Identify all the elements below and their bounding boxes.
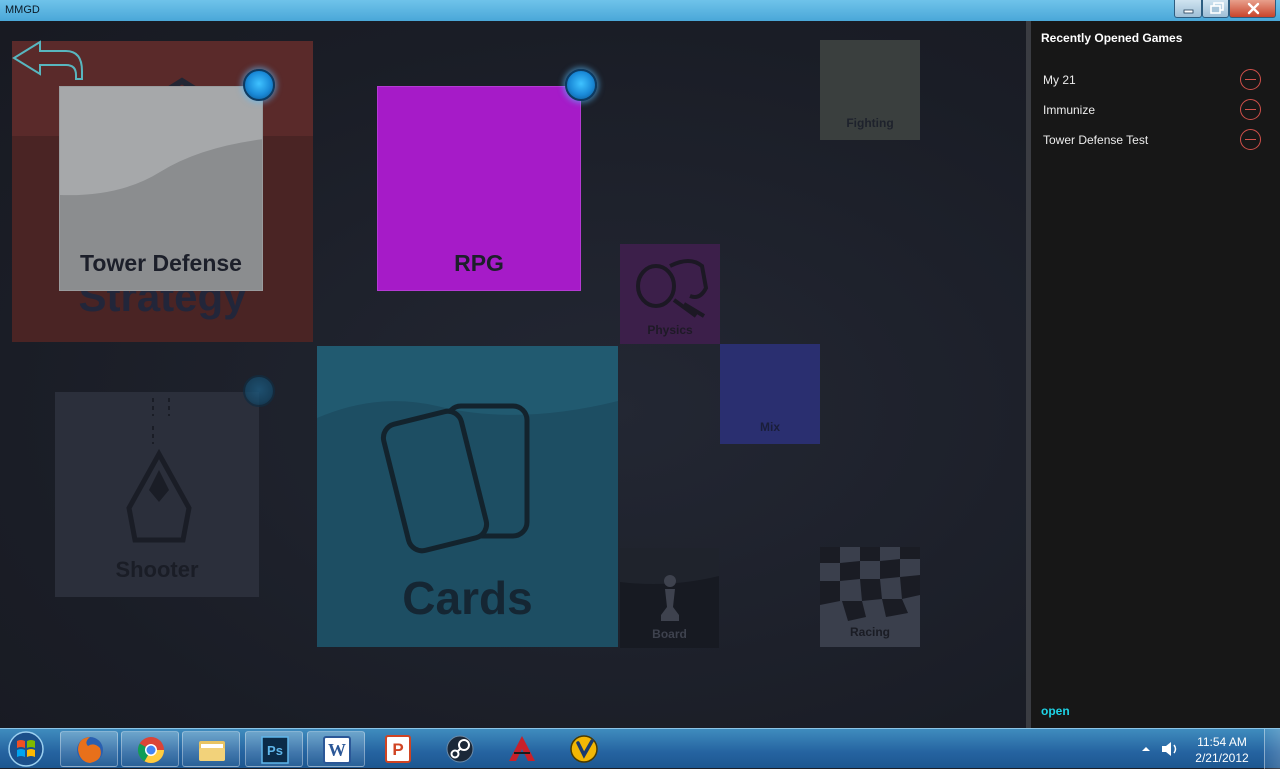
- autodesk-icon: [509, 736, 535, 761]
- clock-time: 11:54 AM: [1197, 735, 1247, 749]
- taskbar: Ps W P 11:54 AM 2/21/2012: [0, 728, 1280, 769]
- recent-game-name[interactable]: Immunize: [1043, 103, 1095, 117]
- remove-icon[interactable]: [1240, 99, 1261, 120]
- tile-label-tower-defense: Tower Defense: [80, 250, 242, 276]
- close-icon: [1247, 2, 1260, 15]
- powerpoint-glyph: P: [392, 740, 403, 759]
- taskbar-word[interactable]: W: [307, 731, 365, 767]
- restore-icon: [1210, 2, 1224, 14]
- tile-rpg[interactable]: RPG: [377, 86, 581, 291]
- recent-game-item[interactable]: Tower Defense Test: [1041, 129, 1266, 151]
- chess-pawn-icon: [661, 575, 679, 621]
- tile-label-board: Board: [652, 627, 687, 641]
- close-button[interactable]: [1229, 0, 1276, 18]
- taskbar-steam[interactable]: [431, 731, 489, 767]
- window-title: MMGD: [5, 4, 40, 16]
- recent-game-item[interactable]: Immunize: [1041, 99, 1266, 121]
- title-bar: MMGD: [0, 0, 1280, 21]
- recent-game-name[interactable]: My 21: [1043, 73, 1076, 87]
- minimize-button[interactable]: [1174, 0, 1202, 18]
- start-button[interactable]: [6, 730, 46, 768]
- tile-cards[interactable]: Cards: [317, 346, 618, 647]
- app-window: MMGD Strategy Tower Defense RPG Fighting…: [0, 0, 1280, 728]
- tile-label-shooter: Shooter: [115, 557, 199, 582]
- taskbar-app[interactable]: [555, 731, 613, 767]
- system-clock[interactable]: 11:54 AM 2/21/2012: [1188, 734, 1256, 766]
- taskbar-powerpoint[interactable]: P: [369, 731, 427, 767]
- taskbar-firefox[interactable]: [60, 731, 118, 767]
- taskbar-explorer[interactable]: [182, 731, 240, 767]
- taskbar-photoshop[interactable]: Ps: [245, 731, 303, 767]
- tile-board[interactable]: Board: [620, 548, 719, 648]
- back-arrow-icon[interactable]: [10, 39, 86, 81]
- photoshop-glyph: Ps: [267, 743, 283, 758]
- checkered-flag-icon: [820, 547, 920, 621]
- word-icon: W: [323, 736, 351, 764]
- taskbar-chrome[interactable]: [121, 731, 179, 767]
- recent-games-header: Recently Opened Games: [1041, 31, 1183, 45]
- tile-label-fighting: Fighting: [846, 116, 894, 130]
- remove-icon[interactable]: [1240, 69, 1261, 90]
- tile-fighting[interactable]: Fighting: [820, 40, 920, 140]
- tile-mix[interactable]: Mix: [720, 344, 820, 444]
- chrome-icon: [137, 737, 165, 764]
- minimize-icon: [1183, 9, 1194, 14]
- photoshop-icon: Ps: [261, 736, 289, 764]
- genre-grid: Strategy Tower Defense RPG Fighting Phys…: [0, 21, 1026, 728]
- steam-icon: [446, 735, 474, 763]
- tile-label-rpg: RPG: [454, 250, 504, 276]
- slingshot-icon: [636, 259, 709, 318]
- selected-indicator-rpg[interactable]: [565, 69, 597, 101]
- cards-icon: [380, 403, 530, 554]
- tile-label-mix: Mix: [759, 420, 780, 434]
- tile-label-physics: Physics: [647, 323, 693, 337]
- tile-racing[interactable]: Racing: [820, 547, 920, 647]
- app-icon: [570, 735, 598, 763]
- taskbar-autodesk[interactable]: [493, 731, 551, 767]
- tile-shooter[interactable]: Shooter: [55, 392, 259, 597]
- restore-button[interactable]: [1202, 0, 1229, 18]
- firefox-icon: [77, 737, 103, 763]
- tile-physics[interactable]: Physics: [620, 244, 720, 344]
- open-link[interactable]: open: [1041, 704, 1070, 718]
- spaceship-icon: [126, 398, 192, 543]
- recent-game-name[interactable]: Tower Defense Test: [1043, 133, 1148, 147]
- volume-icon[interactable]: [1160, 740, 1180, 758]
- explorer-folder-icon: [199, 741, 225, 761]
- tile-label-racing: Racing: [849, 625, 890, 639]
- clock-date: 2/21/2012: [1195, 751, 1249, 765]
- selected-indicator-shooter[interactable]: [243, 375, 275, 407]
- show-desktop-button[interactable]: [1264, 729, 1280, 769]
- powerpoint-icon: P: [385, 735, 411, 763]
- tile-label-cards: Cards: [402, 572, 533, 624]
- tile-tower-defense[interactable]: Tower Defense: [59, 86, 263, 291]
- recent-game-item[interactable]: My 21: [1041, 69, 1266, 91]
- tray-expand-icon[interactable]: [1140, 743, 1152, 755]
- selected-indicator-tower-defense[interactable]: [243, 69, 275, 101]
- remove-icon[interactable]: [1240, 129, 1261, 150]
- word-glyph: W: [328, 740, 346, 760]
- recent-games-panel: Recently Opened Games My 21 Immunize Tow…: [1031, 21, 1280, 728]
